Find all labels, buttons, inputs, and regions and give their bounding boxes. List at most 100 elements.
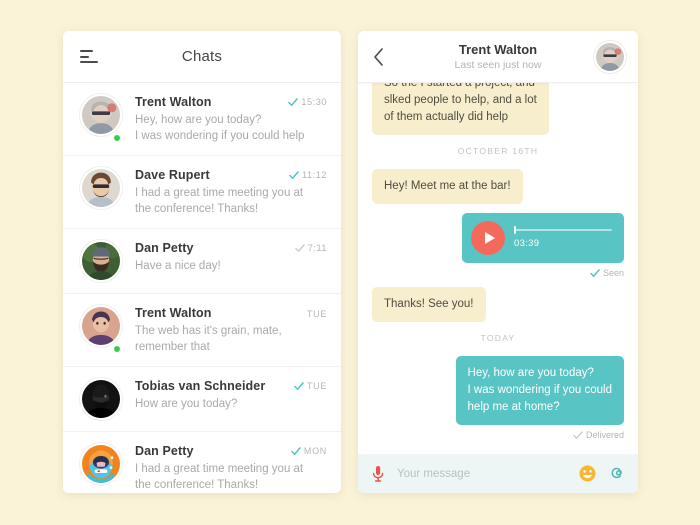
online-indicator (112, 344, 122, 354)
conversation-titles: Trent Walton Last seen just now (455, 42, 542, 72)
avatar (80, 167, 122, 217)
message-line: Hey, how are you today? (467, 367, 594, 379)
page-title: Chats (181, 48, 223, 65)
message-preview: The web has it's grain, mate, remember t… (135, 323, 327, 355)
preview-line: How are you today? (135, 398, 238, 410)
list-item[interactable]: Trent Walton 15:30 Hey, how are you toda… (63, 83, 341, 156)
list-item-meta: 7:11 (289, 243, 327, 254)
online-indicator (112, 133, 122, 143)
status-label: Seen (602, 268, 624, 278)
message-row: Thanks! See you! (372, 287, 624, 322)
preview-line: I had a great time meeting you at (135, 463, 304, 475)
preview-line: remember that (135, 341, 210, 353)
preview-line: I was wondering if you could help (135, 130, 305, 142)
timestamp: 11:12 (301, 169, 327, 181)
preview-line: The web has it's grain, mate, (135, 325, 282, 337)
audio-controls: 03:39 (514, 226, 612, 249)
list-item-body: Dan Petty MON I had a great time meeting… (135, 443, 327, 493)
list-item[interactable]: Tobias van Schneider TUE How are you tod… (63, 367, 341, 432)
status-label: Delivered (585, 430, 624, 440)
avatar (80, 378, 122, 420)
read-tick-icon (590, 269, 600, 277)
avatar (80, 240, 122, 282)
contact-name: Dan Petty (135, 444, 194, 458)
message-line: help me at home? (467, 401, 560, 413)
timestamp: TUE (306, 309, 327, 319)
conversation-header: Trent Walton Last seen just now (358, 31, 638, 83)
microphone-icon[interactable] (371, 465, 385, 483)
chat-list: Trent Walton 15:30 Hey, how are you toda… (63, 83, 341, 493)
avatar (80, 94, 122, 144)
message-bubble-incoming: So the I started a project, and slked pe… (372, 83, 549, 135)
message-list[interactable]: So the I started a project, and slked pe… (358, 83, 638, 454)
message-row: 03:39 (372, 213, 624, 263)
preview-line: I had a great time meeting you at (135, 187, 304, 199)
chats-header: Chats (63, 31, 341, 83)
hamburger-icon[interactable] (80, 50, 98, 63)
message-status: Delivered (372, 430, 624, 440)
play-icon[interactable] (471, 221, 505, 255)
contact-name: Dave Rupert (135, 168, 210, 182)
audio-progress-knob[interactable] (514, 226, 516, 234)
paperclip-icon[interactable] (608, 465, 625, 482)
avatar (80, 305, 122, 355)
message-row: So the I started a project, and slked pe… (372, 83, 624, 135)
preview-line: the conference! Thanks! (135, 203, 259, 215)
message-preview: I had a great time meeting you at the co… (135, 185, 327, 217)
sent-tick-icon (573, 431, 583, 439)
list-item[interactable]: Dave Rupert 11:12 I had a great time mee… (63, 156, 341, 229)
list-item[interactable]: Dan Petty MON I had a great time meeting… (63, 432, 341, 493)
contact-name: Trent Walton (135, 95, 212, 109)
timestamp: 15:30 (301, 96, 327, 108)
list-item-meta: TUE (301, 309, 327, 319)
list-item-meta: 15:30 (282, 97, 327, 108)
message-bubble-incoming: Thanks! See you! (372, 287, 486, 322)
audio-message-bubble[interactable]: 03:39 (462, 213, 624, 263)
message-preview: How are you today? (135, 396, 327, 412)
message-preview: Have a nice day! (135, 258, 327, 274)
list-item-body: Dave Rupert 11:12 I had a great time mee… (135, 167, 327, 217)
contact-name: Dan Petty (135, 241, 194, 255)
list-item-meta: 11:12 (283, 170, 327, 181)
list-item-meta: MON (285, 446, 327, 456)
timestamp: MON (303, 446, 327, 456)
message-line: of them actually did help (384, 111, 509, 123)
message-preview: I had a great time meeting you at the co… (135, 461, 327, 493)
read-tick-icon (288, 98, 299, 106)
read-tick-icon (291, 447, 301, 455)
audio-progress-slider[interactable] (514, 226, 612, 234)
contact-name: Trent Walton (458, 41, 538, 57)
message-line: Thanks! See you! (384, 298, 474, 310)
list-item-body: Trent Walton TUE The web has it's grain,… (135, 305, 327, 355)
read-tick-icon (294, 382, 304, 390)
sent-tick-icon (294, 244, 305, 252)
message-line: I was wondering if you could (467, 384, 612, 396)
list-item-body: Tobias van Schneider TUE How are you tod… (135, 378, 327, 420)
avatar[interactable] (594, 41, 626, 73)
message-bubble-outgoing: Hey, how are you today? I was wondering … (455, 356, 624, 425)
audio-duration: 03:39 (514, 238, 540, 249)
date-divider: TODAY (480, 333, 516, 343)
contact-name: Trent Walton (135, 306, 212, 320)
preview-line: the conference! Thanks! (135, 479, 259, 491)
timestamp: 7:11 (307, 242, 327, 254)
message-line: slked people to help, and a lot (384, 94, 537, 106)
search-input message-input[interactable] (397, 467, 579, 480)
date-divider: OCTOBER 16TH (457, 146, 539, 156)
avatar (80, 443, 122, 493)
message-line: Hey! Meet me at the bar! (384, 180, 511, 192)
message-bubble-incoming: Hey! Meet me at the bar! (372, 169, 523, 204)
list-item-body: Dan Petty 7:11 Have a nice day! (135, 240, 327, 282)
message-composer (358, 454, 638, 493)
chats-panel: Chats Trent Walton 15:30 Hey, how are yo… (63, 31, 341, 493)
chevron-left-icon[interactable] (373, 47, 385, 67)
message-line: So the I started a project, and (384, 83, 535, 89)
list-item[interactable]: Trent Walton TUE The web has it's grain,… (63, 294, 341, 367)
list-item[interactable]: Dan Petty 7:11 Have a nice day! (63, 229, 341, 294)
message-row: Hey! Meet me at the bar! (372, 169, 624, 204)
read-tick-icon (289, 171, 299, 179)
smiley-icon[interactable] (579, 465, 596, 482)
message-preview: Hey, how are you today? I was wondering … (135, 112, 327, 144)
conversation-panel: Trent Walton Last seen just now So the I… (358, 31, 638, 493)
list-item-meta: TUE (288, 381, 327, 391)
